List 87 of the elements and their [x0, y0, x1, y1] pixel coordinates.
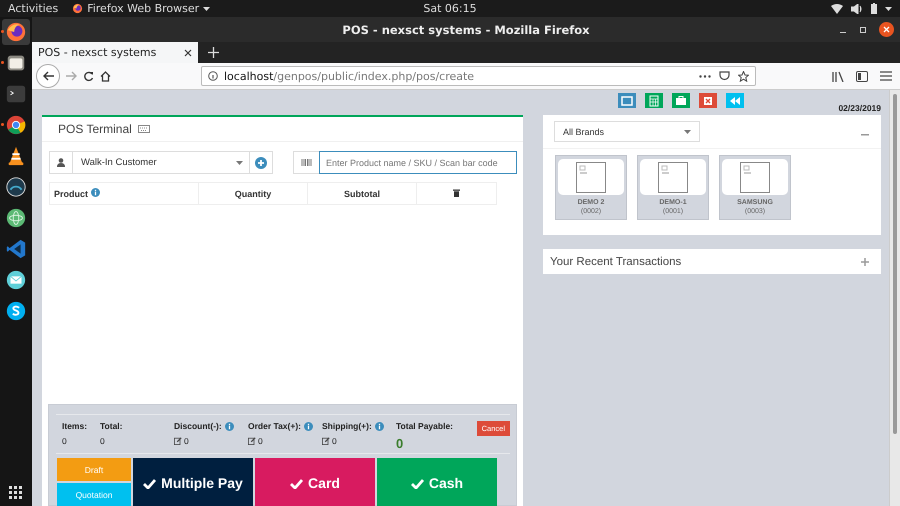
gauge-app-icon[interactable]	[5, 176, 27, 198]
clock[interactable]: Sat 06:15	[423, 2, 477, 15]
total-label: Total Payable:	[396, 421, 453, 431]
multiple-pay-button[interactable]: Multiple Pay	[133, 458, 253, 506]
caret-icon	[203, 6, 210, 10]
total-value: 0	[332, 436, 337, 446]
total-value: 0	[184, 436, 189, 446]
code-app-icon[interactable]	[5, 238, 27, 260]
close-button[interactable]	[699, 93, 717, 108]
caret-icon	[236, 160, 243, 164]
wifi-icon[interactable]	[831, 4, 843, 14]
check-icon	[143, 478, 156, 488]
panel-title: POS Terminal	[58, 122, 132, 136]
calculator-button[interactable]	[645, 93, 663, 108]
keyboard-icon[interactable]	[138, 125, 150, 133]
total-payable-value: 0	[396, 436, 404, 451]
info-icon	[90, 188, 100, 197]
check-icon	[410, 478, 424, 488]
browser-tab[interactable]: POS - nexsct systems	[32, 42, 198, 63]
back-button[interactable]	[36, 64, 60, 88]
barcode-icon	[301, 159, 312, 166]
window-button[interactable]	[618, 93, 636, 108]
skype-app-icon[interactable]	[5, 300, 27, 322]
maximize-icon[interactable]	[859, 26, 867, 34]
close-icon[interactable]	[879, 22, 894, 37]
reload-icon[interactable]	[83, 70, 94, 82]
app-grid-icon[interactable]	[9, 486, 23, 500]
image-placeholder-icon	[740, 162, 770, 192]
total-label: Total:	[100, 421, 123, 431]
edit-icon[interactable]	[174, 437, 182, 445]
window-title: POS - nexsct systems - Mozilla Firefox	[342, 22, 590, 36]
trash-icon[interactable]	[453, 188, 460, 196]
add-icon[interactable]	[255, 156, 267, 168]
image-placeholder-icon	[576, 162, 606, 192]
pocket-icon[interactable]	[719, 71, 730, 81]
check-icon	[290, 478, 304, 488]
app-menu[interactable]: Firefox Web Browser	[72, 2, 210, 15]
info-icon	[374, 422, 384, 430]
battery-icon[interactable]	[871, 3, 877, 14]
total-label: Discount(-):	[174, 421, 222, 431]
close-icon[interactable]	[184, 48, 192, 56]
date: 02/23/2019	[838, 103, 881, 113]
info-icon	[304, 422, 313, 430]
edit-icon[interactable]	[322, 437, 330, 445]
caret-icon[interactable]	[885, 6, 892, 10]
library-icon[interactable]	[832, 70, 844, 82]
star-icon[interactable]	[738, 70, 749, 82]
minus-icon	[861, 134, 869, 136]
card-pay-button[interactable]: Card	[255, 458, 375, 506]
home-icon[interactable]	[100, 70, 111, 82]
firefox-app-icon[interactable]	[5, 21, 27, 43]
panel-title: Your Recent Transactions	[550, 256, 682, 268]
briefcase-icon	[673, 94, 689, 108]
total-label: Items:	[62, 421, 88, 431]
mail-app-icon[interactable]	[5, 269, 27, 291]
customer-select[interactable]: Walk-In Customer	[49, 151, 273, 174]
column-header: Subtotal	[308, 182, 416, 204]
total-value: 0	[258, 436, 263, 446]
briefcase-button[interactable]	[672, 93, 690, 108]
edit-icon[interactable]	[248, 437, 256, 445]
address-bar[interactable]: localhost/genpos/public/index.php/pos/create	[201, 66, 756, 86]
total-label: Shipping(+):	[322, 421, 372, 431]
total-value: 0	[62, 436, 67, 446]
sidebar-icon[interactable]	[856, 70, 868, 82]
total-value: 0	[100, 436, 105, 446]
back-arrow-icon	[42, 71, 54, 81]
user-icon	[57, 158, 65, 167]
plus-icon	[208, 47, 219, 58]
volume-icon[interactable]	[851, 4, 863, 14]
column-header: Quantity	[198, 182, 308, 204]
more-icon[interactable]	[699, 74, 711, 78]
image-placeholder-icon	[658, 162, 688, 192]
firefox-icon	[72, 3, 84, 14]
atom-app-icon[interactable]	[5, 207, 27, 229]
brand-select[interactable]: All Brands	[554, 121, 700, 142]
total-label: Order Tax(+):	[248, 421, 301, 431]
chrome-app-icon[interactable]	[5, 114, 27, 136]
column-header: Product	[50, 182, 198, 204]
info-icon	[224, 422, 234, 430]
window-icon	[619, 94, 635, 108]
menu-icon[interactable]	[880, 71, 892, 81]
caret-icon	[684, 130, 691, 134]
info-icon[interactable]	[208, 71, 218, 81]
scrollbar-thumb[interactable]	[893, 94, 897, 434]
product-search-field[interactable]: Enter Product name / SKU / Scan bar code	[319, 151, 517, 174]
activities-button[interactable]: Activities	[8, 2, 58, 15]
plus-icon	[861, 258, 869, 266]
